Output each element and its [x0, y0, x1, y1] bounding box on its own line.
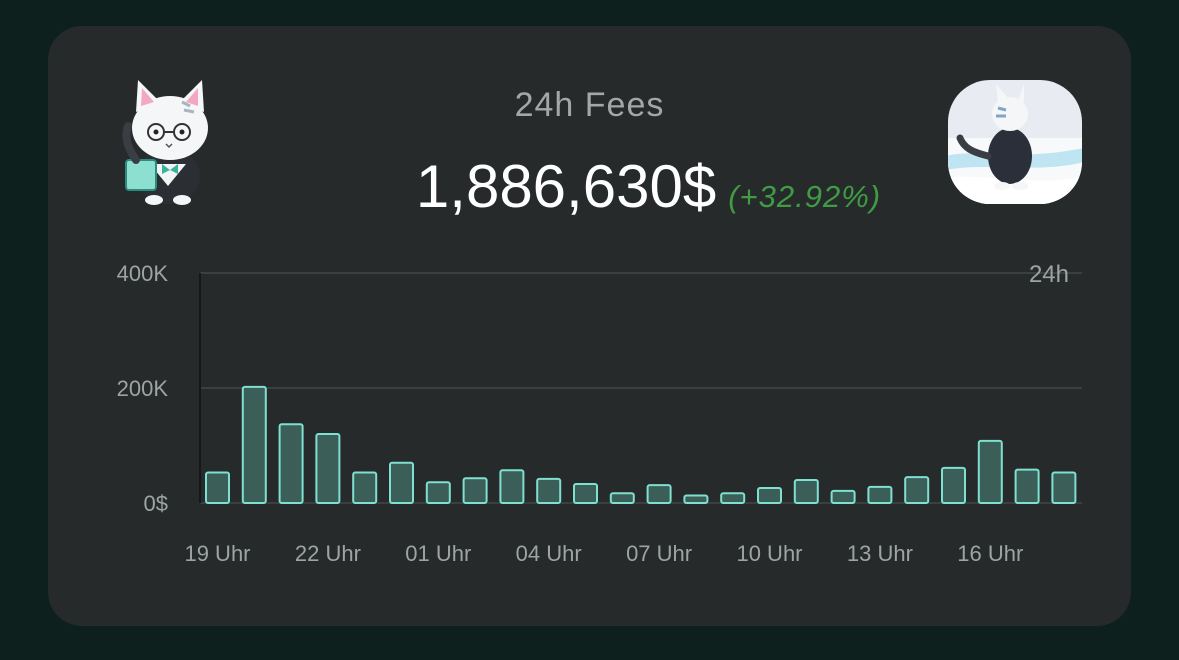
bar [352, 471, 378, 504]
bar [904, 476, 930, 504]
x-tick-label: 22 Uhr [295, 541, 361, 566]
bar [205, 471, 230, 504]
fees-bar-chart: 0$ 200K 400K 19 Uhr 22 Uhr 01 Uhr 04 Uhr 07 Uh… [117, 261, 1082, 566]
bar [830, 489, 856, 504]
bar [793, 479, 819, 504]
y-tick-label: 0$ [144, 491, 168, 516]
bar [1014, 468, 1040, 504]
x-tick-label: 16 Uhr [957, 541, 1023, 566]
x-tick-label: 10 Uhr [736, 541, 802, 566]
y-axis-ticks: 0$ 200K 400K [117, 261, 169, 516]
bar [425, 481, 451, 504]
bar [278, 423, 304, 505]
fees-card: 24h Fees 1,886,630$ (+32.92%) 0$ 200K 40… [48, 26, 1131, 626]
y-tick-label: 200K [117, 376, 169, 401]
bar [609, 492, 635, 505]
bar [683, 494, 709, 504]
x-tick-label: 07 Uhr [626, 541, 692, 566]
bar [573, 483, 598, 504]
bar [720, 492, 746, 505]
x-axis-ticks: 19 Uhr 22 Uhr 01 Uhr 04 Uhr 07 Uhr 10 Uhr 13 U… [184, 541, 1023, 566]
x-tick-label: 01 Uhr [405, 541, 471, 566]
x-tick-label: 04 Uhr [516, 541, 582, 566]
bar [867, 485, 893, 504]
bar [462, 477, 488, 504]
bar [941, 466, 966, 504]
period-label: 24h [1029, 261, 1069, 288]
bar [389, 461, 414, 504]
bar [646, 484, 672, 504]
x-tick-label: 13 Uhr [847, 541, 913, 566]
bar [757, 487, 782, 504]
bar [977, 439, 1003, 504]
y-tick-label: 400K [117, 261, 169, 286]
bar [241, 385, 267, 505]
bar [1051, 471, 1077, 504]
x-tick-label: 19 Uhr [184, 541, 250, 566]
bar [536, 477, 562, 505]
bars [205, 385, 1077, 505]
bar [499, 469, 525, 505]
bar [315, 433, 341, 504]
